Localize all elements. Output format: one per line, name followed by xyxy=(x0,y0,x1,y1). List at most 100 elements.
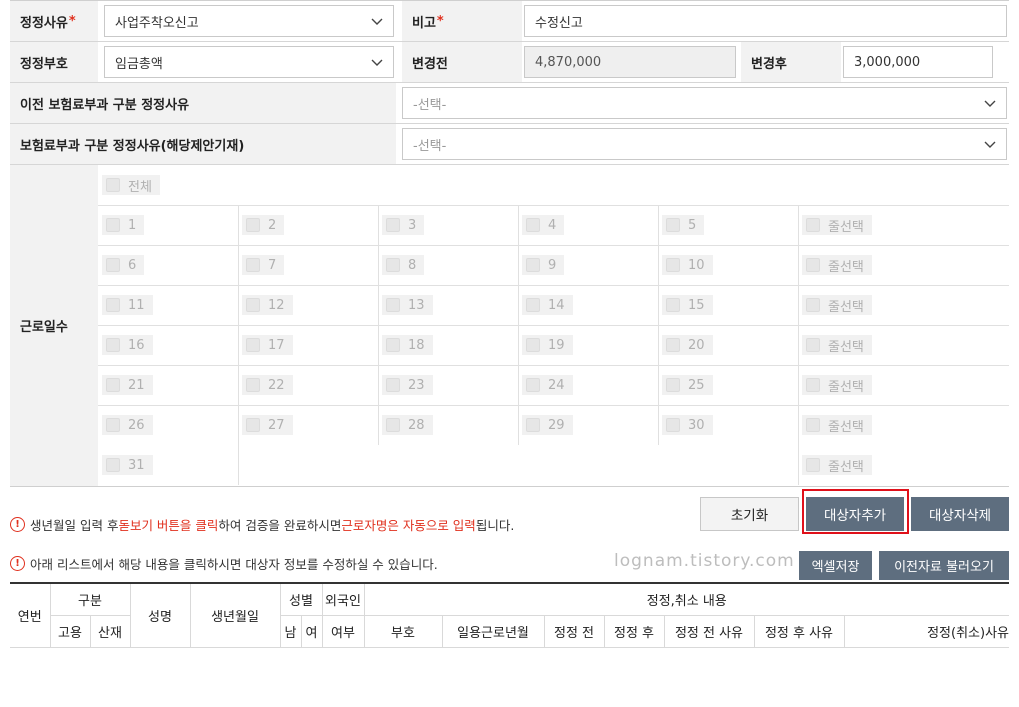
checkbox[interactable]: 25 xyxy=(662,375,713,395)
checkbox-day-20[interactable]: 20 xyxy=(658,325,713,365)
checkbox-box[interactable] xyxy=(666,418,680,432)
checkbox-row-select[interactable]: 줄선택 xyxy=(798,285,872,325)
checkbox-box[interactable] xyxy=(806,378,820,392)
after-value-input[interactable]: 3,000,000 xyxy=(843,46,993,78)
checkbox[interactable]: 22 xyxy=(242,375,293,395)
remarks-input[interactable]: 수정신고 xyxy=(524,5,1007,37)
checkbox[interactable]: 11 xyxy=(102,295,153,315)
reason-select[interactable]: 사업주착오신고 xyxy=(104,5,394,37)
checkbox-row-select[interactable]: 줄선택 xyxy=(798,445,872,485)
checkbox[interactable]: 10 xyxy=(662,255,713,275)
checkbox-row-select[interactable]: 줄선택 xyxy=(798,245,872,285)
checkbox-day-19[interactable]: 19 xyxy=(518,325,573,365)
checkbox[interactable]: 23 xyxy=(382,375,433,395)
checkbox-box[interactable] xyxy=(806,298,820,312)
checkbox-day-14[interactable]: 14 xyxy=(518,285,573,325)
checkbox-day-15[interactable]: 15 xyxy=(658,285,713,325)
checkbox-box[interactable] xyxy=(526,338,540,352)
checkbox-box[interactable] xyxy=(106,378,120,392)
checkbox-box[interactable] xyxy=(666,338,680,352)
checkbox[interactable]: 13 xyxy=(382,295,433,315)
checkbox[interactable]: 줄선택 xyxy=(802,415,872,435)
checkbox-day-31[interactable]: 31 xyxy=(98,445,153,485)
checkbox-box[interactable] xyxy=(106,338,120,352)
checkbox-day-17[interactable]: 17 xyxy=(238,325,293,365)
reset-button[interactable]: 초기화 xyxy=(700,497,799,531)
checkbox-box[interactable] xyxy=(526,258,540,272)
checkbox-day-25[interactable]: 25 xyxy=(658,365,713,405)
checkbox-box[interactable] xyxy=(806,458,820,472)
checkbox[interactable]: 3 xyxy=(382,215,425,235)
checkbox[interactable]: 26 xyxy=(102,415,153,435)
checkbox[interactable]: 1 xyxy=(102,215,145,235)
checkbox-day-7[interactable]: 7 xyxy=(238,245,285,285)
checkbox-day-18[interactable]: 18 xyxy=(378,325,433,365)
checkbox-box[interactable] xyxy=(246,418,260,432)
checkbox-box[interactable] xyxy=(806,418,820,432)
checkbox-day-28[interactable]: 28 xyxy=(378,405,433,445)
reason-exempt-select[interactable]: -선택- xyxy=(402,128,1007,160)
checkbox-box[interactable] xyxy=(526,418,540,432)
checkbox[interactable]: 27 xyxy=(242,415,293,435)
checkbox-day-1[interactable]: 1 xyxy=(98,205,145,245)
checkbox[interactable]: 8 xyxy=(382,255,425,275)
checkbox-row-select[interactable]: 줄선택 xyxy=(798,205,872,245)
checkbox-box[interactable] xyxy=(386,338,400,352)
checkbox-day-10[interactable]: 10 xyxy=(658,245,713,285)
checkbox-box[interactable] xyxy=(106,178,120,192)
checkbox-day-29[interactable]: 29 xyxy=(518,405,573,445)
checkbox[interactable]: 줄선택 xyxy=(802,295,872,315)
checkbox-day-16[interactable]: 16 xyxy=(98,325,153,365)
checkbox[interactable]: 줄선택 xyxy=(802,375,872,395)
checkbox-day-27[interactable]: 27 xyxy=(238,405,293,445)
checkbox[interactable]: 4 xyxy=(522,215,565,235)
checkbox[interactable]: 29 xyxy=(522,415,573,435)
checkbox[interactable]: 21 xyxy=(102,375,153,395)
checkbox-box[interactable] xyxy=(806,338,820,352)
checkbox[interactable]: 줄선택 xyxy=(802,215,872,235)
checkbox[interactable]: 줄선택 xyxy=(802,455,872,475)
checkbox-box[interactable] xyxy=(666,218,680,232)
checkbox[interactable]: 줄선택 xyxy=(802,335,872,355)
checkbox-day-26[interactable]: 26 xyxy=(98,405,153,445)
checkbox-box[interactable] xyxy=(106,458,120,472)
checkbox-box[interactable] xyxy=(806,258,820,272)
checkbox-day-6[interactable]: 6 xyxy=(98,245,145,285)
checkbox-day-24[interactable]: 24 xyxy=(518,365,573,405)
checkbox-box[interactable] xyxy=(246,258,260,272)
checkbox-day-21[interactable]: 21 xyxy=(98,365,153,405)
checkbox[interactable]: 28 xyxy=(382,415,433,435)
checkbox-box[interactable] xyxy=(666,378,680,392)
checkbox-box[interactable] xyxy=(526,378,540,392)
checkbox-box[interactable] xyxy=(246,338,260,352)
checkbox-day-2[interactable]: 2 xyxy=(238,205,285,245)
checkbox[interactable]: 9 xyxy=(522,255,565,275)
checkbox-box[interactable] xyxy=(806,218,820,232)
checkbox[interactable]: 30 xyxy=(662,415,713,435)
checkbox[interactable]: 2 xyxy=(242,215,285,235)
checkbox-box[interactable] xyxy=(106,298,120,312)
checkbox-box[interactable] xyxy=(386,298,400,312)
checkbox-box[interactable] xyxy=(386,218,400,232)
checkbox-box[interactable] xyxy=(106,258,120,272)
checkbox-day-22[interactable]: 22 xyxy=(238,365,293,405)
checkbox-box[interactable] xyxy=(666,298,680,312)
checkbox[interactable]: 24 xyxy=(522,375,573,395)
checkbox-row-select[interactable]: 줄선택 xyxy=(798,325,872,365)
checkbox-box[interactable] xyxy=(666,258,680,272)
checkbox-box[interactable] xyxy=(246,218,260,232)
code-select[interactable]: 임금총액 xyxy=(104,46,394,78)
checkbox[interactable]: 31 xyxy=(102,455,153,475)
checkbox[interactable]: 19 xyxy=(522,335,573,355)
checkbox-day-5[interactable]: 5 xyxy=(658,205,705,245)
checkbox-day-3[interactable]: 3 xyxy=(378,205,425,245)
checkbox[interactable]: 12 xyxy=(242,295,293,315)
checkbox-day-11[interactable]: 11 xyxy=(98,285,153,325)
checkbox[interactable]: 줄선택 xyxy=(802,255,872,275)
checkbox[interactable]: 전체 xyxy=(102,175,160,195)
checkbox-box[interactable] xyxy=(386,378,400,392)
checkbox-box[interactable] xyxy=(386,418,400,432)
checkbox-box[interactable] xyxy=(246,378,260,392)
checkbox-day-8[interactable]: 8 xyxy=(378,245,425,285)
excel-save-button[interactable]: 엑셀저장 xyxy=(799,551,872,580)
